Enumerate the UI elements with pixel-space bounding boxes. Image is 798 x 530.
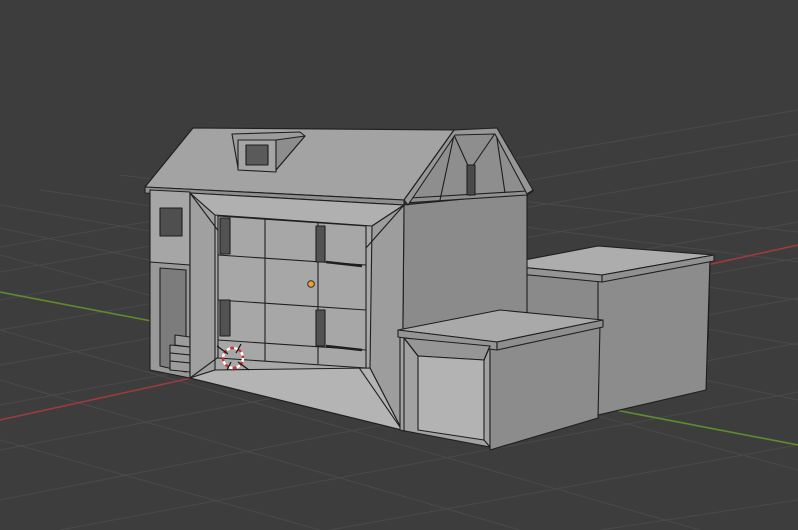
object-origin-dot[interactable] — [307, 280, 315, 288]
garage-door — [417, 355, 485, 441]
gable-window — [466, 164, 476, 196]
window-pane-1 — [219, 217, 231, 255]
dormer-window — [245, 144, 269, 166]
viewport-canvas[interactable] — [0, 0, 798, 530]
window-pane-2 — [315, 225, 326, 263]
left-wing-window — [159, 207, 183, 237]
3d-viewport[interactable] — [0, 0, 798, 530]
extension-side-wall — [597, 257, 711, 416]
window-pane-4 — [315, 309, 326, 347]
window-pane-3 — [219, 299, 231, 337]
